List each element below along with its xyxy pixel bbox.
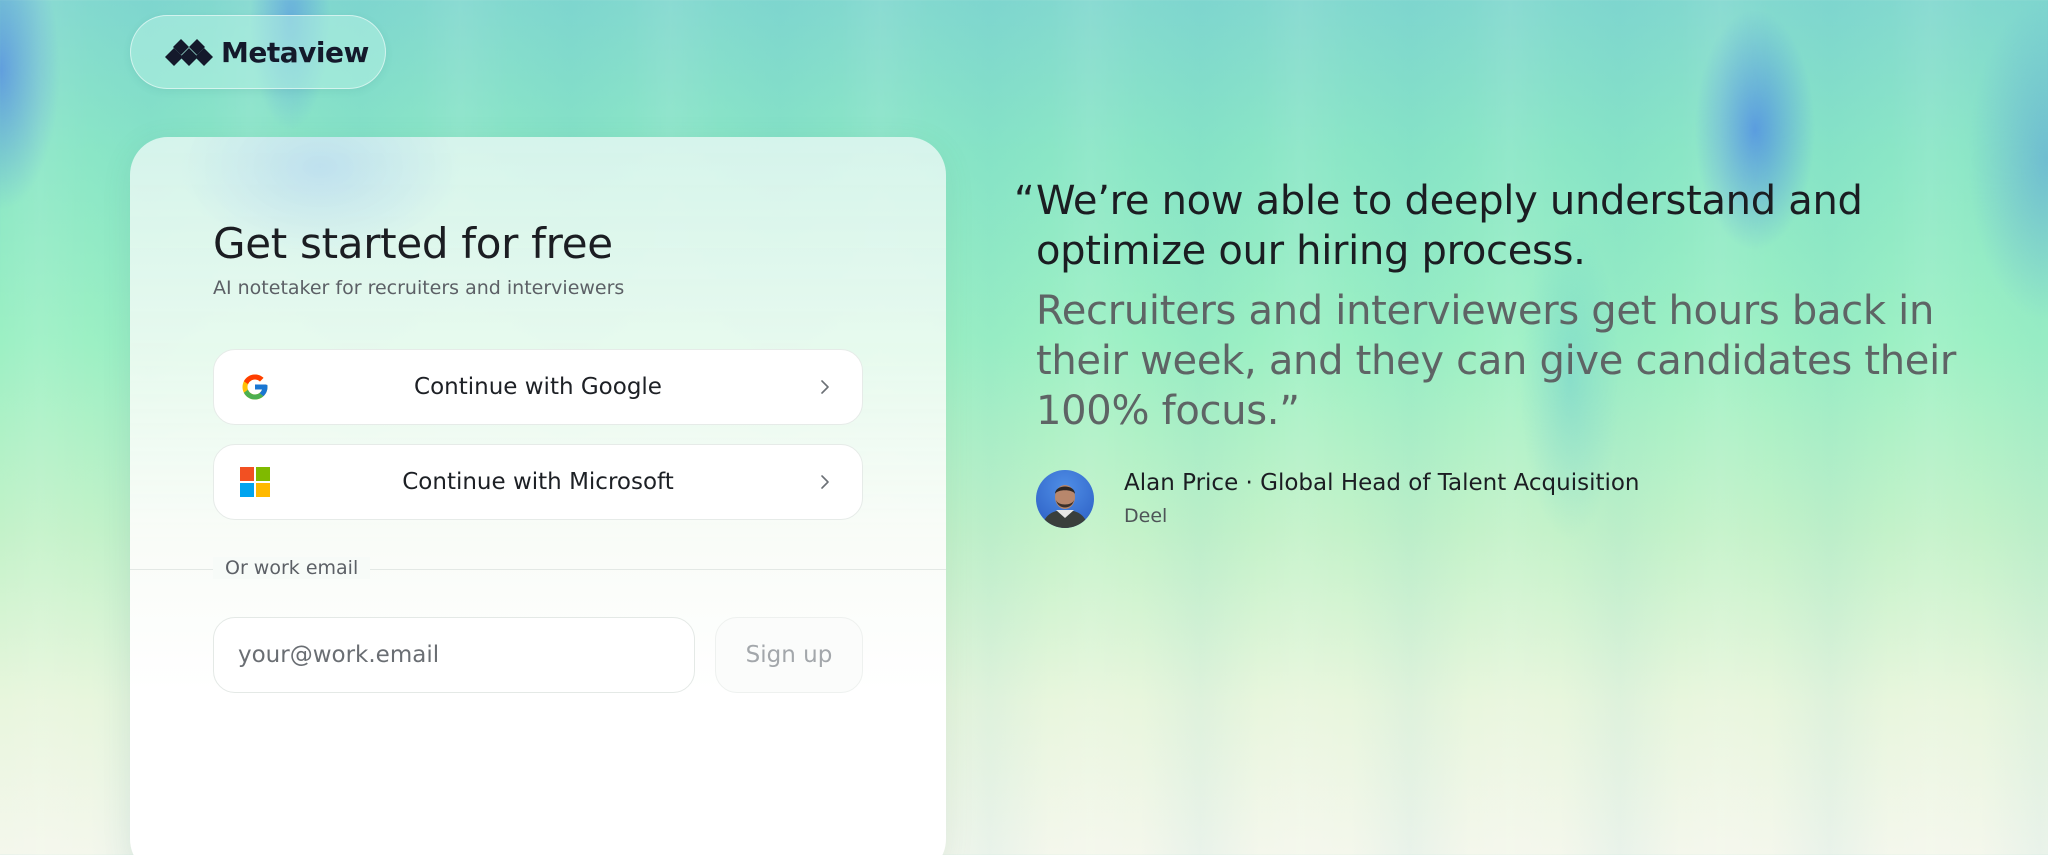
google-button-label: Continue with Google [414, 374, 662, 400]
chevron-right-icon [821, 380, 829, 394]
testimonial-quote-headline: We’re now able to deeply understand and … [1036, 178, 1863, 274]
metaview-logo-icon [165, 39, 213, 66]
open-quote-mark: “ [1014, 178, 1035, 224]
brand-logo-link[interactable]: Metaview [130, 15, 386, 89]
microsoft-icon [240, 467, 270, 497]
microsoft-button-label: Continue with Microsoft [402, 469, 674, 495]
page-subtitle: AI notetaker for recruiters and intervie… [213, 277, 625, 299]
author-avatar [1036, 470, 1094, 528]
chevron-right-icon [821, 475, 829, 489]
signup-card: Get started for free AI notetaker for re… [130, 137, 946, 855]
google-icon [242, 374, 268, 400]
testimonial-company: Deel [1124, 505, 1168, 527]
testimonial-author: Alan Price · Global Head of Talent Acqui… [1124, 470, 1640, 496]
work-email-input[interactable] [213, 617, 695, 693]
sign-up-button[interactable]: Sign up [715, 617, 863, 693]
page-title: Get started for free [213, 219, 613, 268]
continue-with-microsoft-button[interactable]: Continue with Microsoft [213, 444, 863, 520]
brand-name: Metaview [221, 35, 369, 69]
testimonial-quote-body: Recruiters and interviewers get hours ba… [1036, 288, 1957, 434]
divider-label: Or work email [213, 557, 371, 579]
author-portrait-icon [1042, 485, 1088, 528]
continue-with-google-button[interactable]: Continue with Google [213, 349, 863, 425]
